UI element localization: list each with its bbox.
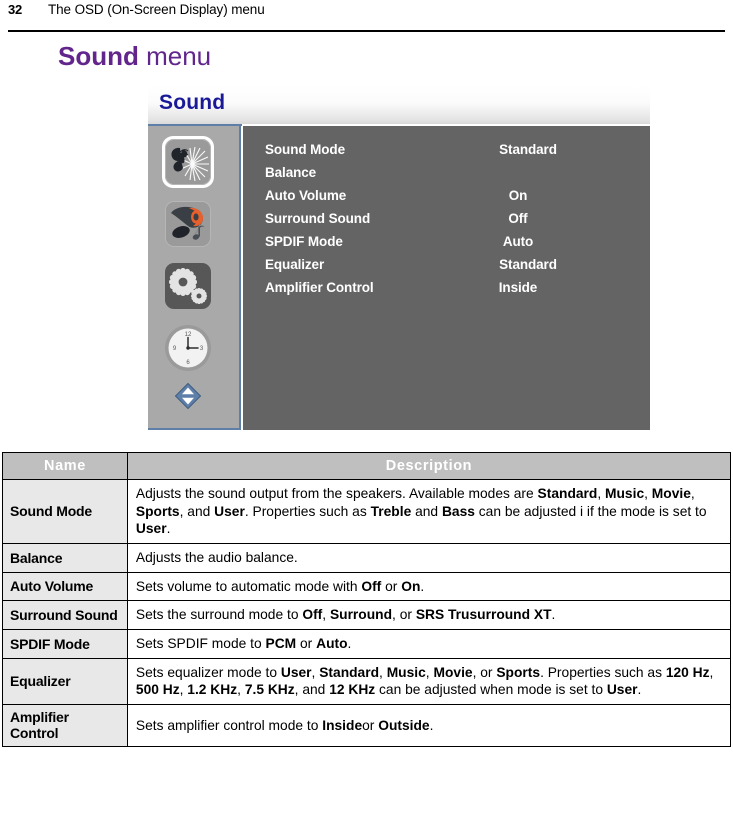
settings-gears-icon-glyph	[169, 268, 207, 304]
page-title-light: menu	[138, 41, 212, 71]
osd-row-amplifier-control[interactable]: Amplifier Control Inside	[243, 280, 650, 303]
osd-row-value: On	[508, 188, 528, 203]
osd-title: Sound	[159, 91, 226, 114]
osd-row-auto-volume[interactable]: Auto Volume On	[243, 188, 650, 211]
osd-row-label: Sound Mode	[265, 142, 345, 157]
table-row: Equalizer Sets equalizer mode to User, S…	[2, 657, 732, 705]
nav-up-down-icon[interactable]	[174, 382, 202, 410]
table-row: Auto Volume Sets volume to automatic mod…	[2, 571, 732, 602]
osd-row-surround-sound[interactable]: Surround Sound Off	[243, 211, 650, 234]
osd-row-balance[interactable]: Balance	[243, 165, 650, 188]
running-header-title: The OSD (On-Screen Display) menu	[48, 2, 265, 17]
osd-row-label: Balance	[265, 165, 317, 180]
picture-butterfly-icon-glyph	[171, 146, 209, 182]
row-name: Surround Sound	[2, 600, 128, 630]
osd-row-value: Inside	[498, 280, 538, 295]
nav-up-down-icon-glyph	[174, 382, 202, 410]
row-description: Sets amplifier control mode to Insideor …	[126, 703, 732, 747]
page-header: 32 The OSD (On-Screen Display) menu	[0, 0, 733, 28]
row-description: Adjusts the sound output from the speake…	[126, 479, 732, 544]
osd-body: 12 3 6 9 Sound Mode Standard Balance Aut…	[148, 126, 650, 430]
row-description: Sets SPDIF mode to PCM or Auto.	[126, 628, 732, 659]
table-row: Sound Mode Adjusts the sound output from…	[2, 479, 732, 544]
table-header-row: Name Description	[2, 452, 732, 480]
table-row: Amplifier Control Sets amplifier control…	[2, 703, 732, 747]
row-description: Adjusts the audio balance.	[126, 542, 732, 573]
row-name: Balance	[2, 542, 128, 573]
osd-row-label: Equalizer	[265, 257, 325, 272]
osd-row-label: Auto Volume	[265, 188, 347, 203]
row-description: Sets the surround mode to Off, Surround,…	[126, 600, 732, 630]
sidebar-item-picture[interactable]	[162, 136, 214, 188]
sidebar-item-settings[interactable]	[162, 260, 214, 312]
column-header-description: Description	[126, 452, 732, 480]
table-row: SPDIF Mode Sets SPDIF mode to PCM or Aut…	[2, 628, 732, 659]
osd-titlebar: Sound	[148, 86, 650, 124]
osd-row-label: Surround Sound	[265, 211, 371, 226]
osd-row-label: Amplifier Control	[265, 280, 374, 295]
sidebar-item-timer[interactable]: 12 3 6 9	[162, 322, 214, 374]
osd-row-label: SPDIF Mode	[265, 234, 343, 249]
row-description: Sets volume to automatic mode with Off o…	[126, 571, 732, 602]
sidebar-item-sound[interactable]	[162, 198, 214, 250]
table-row: Surround Sound Sets the surround mode to…	[2, 600, 732, 630]
row-name: Equalizer	[2, 657, 128, 705]
row-name: Amplifier Control	[2, 703, 128, 747]
row-name: Sound Mode	[2, 479, 128, 544]
osd-row-equalizer[interactable]: Equalizer Standard	[243, 257, 650, 280]
row-name: Auto Volume	[2, 571, 128, 602]
osd-row-value: Standard	[499, 257, 557, 272]
timer-clock-icon: 12 3 6 9	[165, 325, 211, 371]
sound-headphones-icon-glyph	[171, 206, 205, 240]
picture-butterfly-icon	[165, 139, 211, 185]
settings-gears-icon	[165, 263, 211, 309]
page-number: 32	[8, 2, 23, 17]
osd-row-value: Standard	[499, 142, 557, 157]
settings-description-table: Name Description Sound Mode Adjusts the …	[2, 452, 732, 747]
column-header-name: Name	[2, 452, 128, 480]
sound-headphones-icon	[165, 201, 211, 247]
row-name: SPDIF Mode	[2, 628, 128, 659]
table-row: Balance Adjusts the audio balance.	[2, 542, 732, 573]
osd-row-spdif-mode[interactable]: SPDIF Mode Auto	[243, 234, 650, 257]
row-description: Sets equalizer mode to User, Standard, M…	[126, 657, 732, 705]
page-title-bold: Sound	[58, 41, 139, 71]
osd-sidebar: 12 3 6 9	[148, 126, 241, 430]
osd-row-sound-mode[interactable]: Sound Mode Standard	[243, 142, 650, 165]
osd-row-value: Off	[508, 211, 528, 226]
osd-panel: Sound 12 3 6 9 Sound Mode Standard Balan…	[148, 86, 650, 430]
osd-row-value: Auto	[502, 234, 534, 249]
osd-content: Sound Mode Standard Balance Auto Volume …	[243, 126, 650, 430]
osd-settings-list: Sound Mode Standard Balance Auto Volume …	[243, 142, 650, 303]
header-divider	[8, 30, 725, 32]
page-title: Sound menu	[58, 41, 211, 72]
